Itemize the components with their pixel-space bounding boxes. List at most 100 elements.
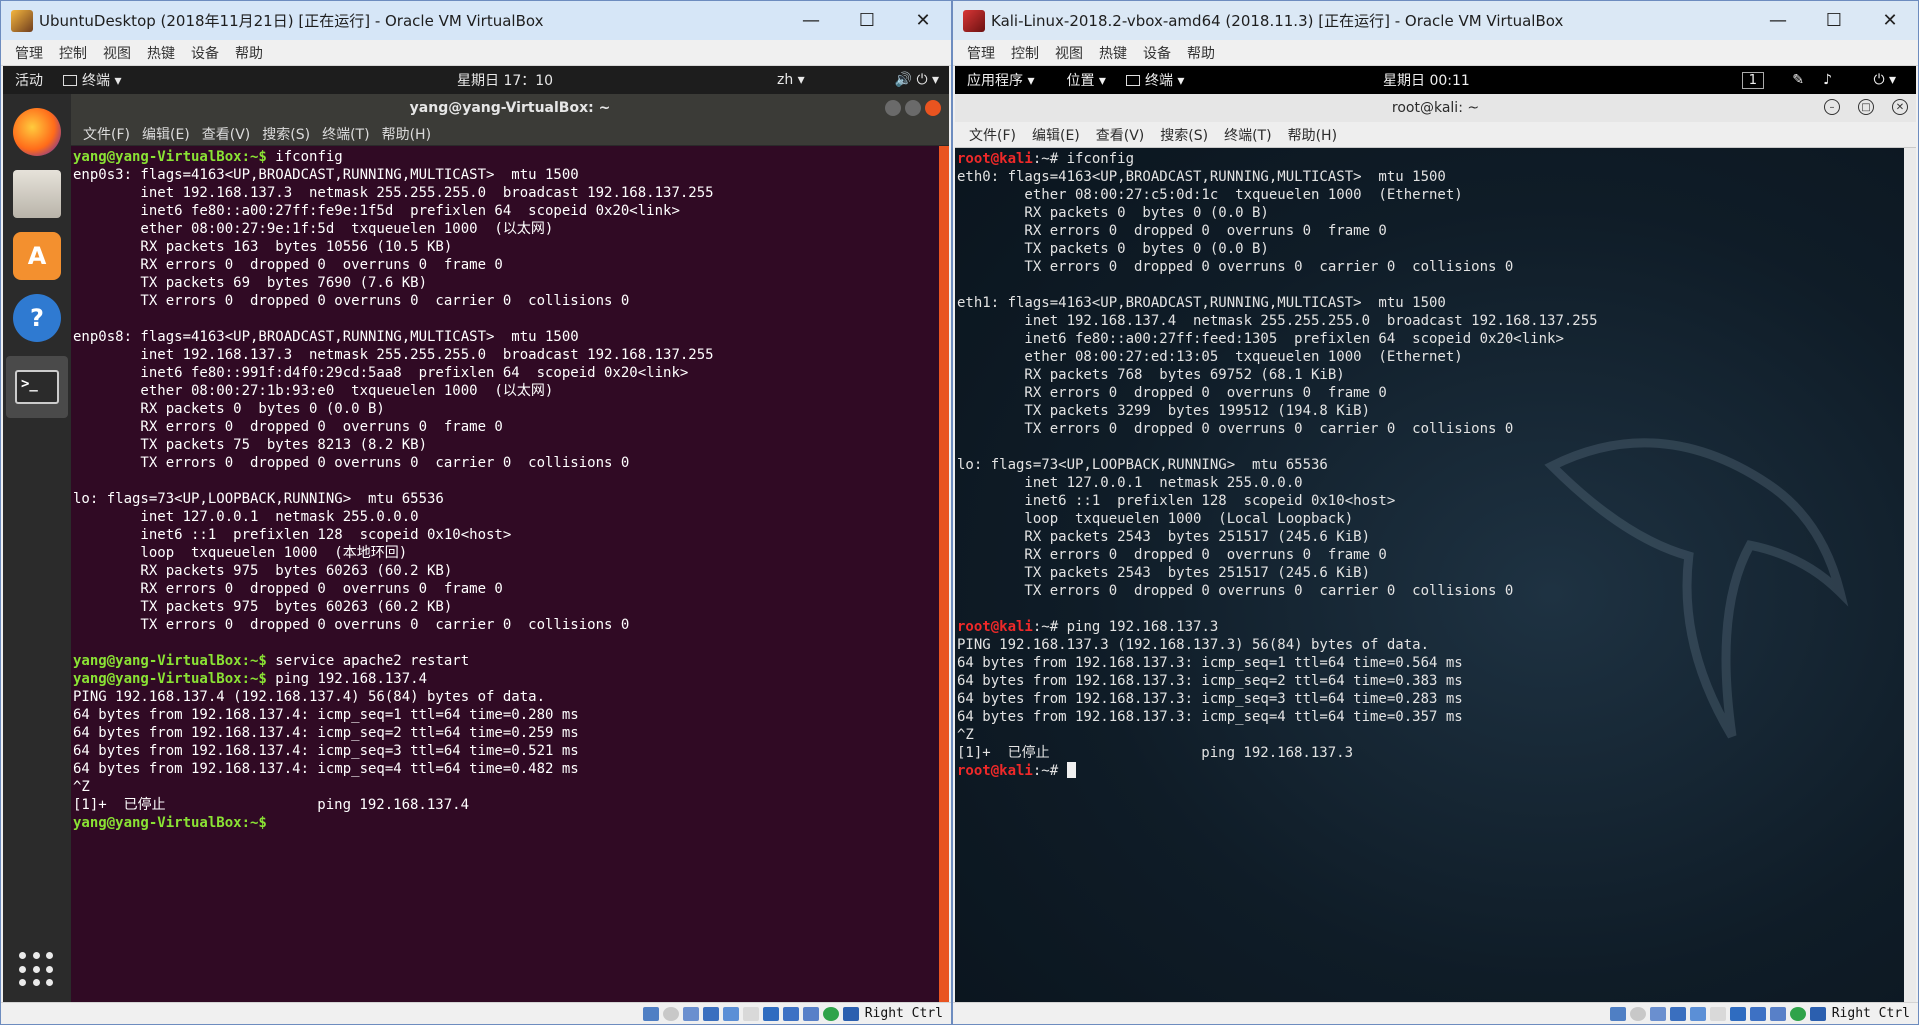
terminal-output-line: ^Z	[73, 779, 90, 795]
maximize-button[interactable]: ☐	[1806, 1, 1862, 40]
term-menu-view[interactable]: 查看(V)	[1096, 125, 1145, 145]
audio-icon[interactable]	[682, 1006, 699, 1021]
keyboard-capture-icon[interactable]	[842, 1006, 859, 1021]
software-center-icon[interactable]: A	[13, 232, 61, 280]
activities-button[interactable]: 活动	[15, 70, 43, 90]
menu-hotkey[interactable]: 热键	[147, 43, 175, 63]
term-menu-edit[interactable]: 编辑(E)	[142, 124, 190, 144]
network-icon[interactable]	[702, 1006, 719, 1021]
kali-window-titlebar[interactable]: Kali-Linux-2018.2-vbox-amd64 (2018.11.3)…	[953, 1, 1918, 40]
terminal-titlebar[interactable]: root@kali: ~ – □ ✕	[955, 94, 1916, 122]
volume-icon[interactable]: ♪	[1823, 72, 1832, 88]
usb-icon[interactable]	[1689, 1006, 1706, 1021]
menu-control[interactable]: 控制	[1011, 43, 1039, 63]
app-menu-terminal[interactable]: 终端 ▾	[63, 70, 121, 90]
term-menu-search[interactable]: 搜索(S)	[262, 124, 310, 144]
menu-view[interactable]: 视图	[1055, 43, 1083, 63]
usb-icon[interactable]	[722, 1006, 739, 1021]
display-icon[interactable]	[1729, 1006, 1746, 1021]
recording-icon[interactable]	[1749, 1006, 1766, 1021]
term-menu-file[interactable]: 文件(F)	[969, 125, 1016, 145]
input-method-indicator[interactable]: zh ▾	[777, 72, 805, 88]
ubuntu-guest-screen[interactable]: 活动 终端 ▾ 星期日 17：10 zh ▾ 🔊 ⏻ ▾ A ? >_ yang…	[3, 66, 949, 1002]
cpu-icon[interactable]	[802, 1006, 819, 1021]
menu-devices[interactable]: 设备	[191, 43, 219, 63]
applications-menu[interactable]: 应用程序 ▾	[967, 70, 1034, 90]
display-icon[interactable]	[762, 1006, 779, 1021]
maximize-button[interactable]: ☐	[839, 1, 895, 40]
terminal-output[interactable]: yang@yang-VirtualBox:~$ ifconfig enp0s3: …	[71, 146, 949, 832]
clock[interactable]: 星期日 00:11	[1383, 70, 1470, 90]
terminal-minimize-button[interactable]: –	[1824, 99, 1840, 115]
kali-vm-window[interactable]: Kali-Linux-2018.2-vbox-amd64 (2018.11.3)…	[952, 0, 1919, 1025]
ubuntu-terminal-window[interactable]: yang@yang-VirtualBox: ~ 文件(F) 编辑(E) 查看(V…	[71, 94, 949, 1002]
term-menu-edit[interactable]: 编辑(E)	[1032, 125, 1080, 145]
harddisk-icon[interactable]	[1609, 1006, 1626, 1021]
shared-folder-icon[interactable]	[1709, 1006, 1726, 1021]
close-button[interactable]: ✕	[1862, 1, 1918, 40]
terminal-output-line: RX errors 0 dropped 0 overruns 0 frame 0	[73, 419, 503, 435]
show-apps-icon[interactable]	[19, 952, 55, 988]
kali-terminal-window[interactable]: root@kali: ~ – □ ✕ 文件(F) 编辑(E) 查看(V) 搜索(…	[955, 94, 1916, 1002]
terminal-prompt-line: root@kali:~# ifconfig	[957, 150, 1914, 168]
harddisk-icon[interactable]	[642, 1006, 659, 1021]
menu-manage[interactable]: 管理	[15, 43, 43, 63]
term-menu-view[interactable]: 查看(V)	[202, 124, 251, 144]
ubuntu-vm-window[interactable]: UbuntuDesktop (2018年11月21日) [正在运行] - Ora…	[0, 0, 952, 1025]
keyboard-capture-icon[interactable]	[1809, 1006, 1826, 1021]
mouse-integration-icon[interactable]	[1789, 1006, 1806, 1021]
workspace-indicator[interactable]: 1	[1741, 71, 1764, 89]
audio-icon[interactable]	[1649, 1006, 1666, 1021]
terminal-icon[interactable]: >_	[6, 356, 68, 418]
term-menu-terminal[interactable]: 终端(T)	[1224, 125, 1271, 145]
optical-drive-icon[interactable]	[1629, 1006, 1646, 1021]
terminal-scrollbar[interactable]	[939, 146, 949, 1002]
terminal-close-button[interactable]	[925, 100, 941, 116]
terminal-menubar: 文件(F) 编辑(E) 查看(V) 搜索(S) 终端(T) 帮助(H)	[955, 122, 1916, 148]
firefox-icon[interactable]	[13, 108, 61, 156]
term-menu-terminal[interactable]: 终端(T)	[322, 124, 369, 144]
recording-icon[interactable]	[782, 1006, 799, 1021]
term-menu-help[interactable]: 帮助(H)	[1288, 125, 1337, 145]
terminal-output-line: inet 192.168.137.4 netmask 255.255.255.0…	[957, 313, 1598, 329]
term-menu-help[interactable]: 帮助(H)	[382, 124, 431, 144]
term-menu-search[interactable]: 搜索(S)	[1160, 125, 1208, 145]
terminal-close-button[interactable]: ✕	[1892, 99, 1908, 115]
close-button[interactable]: ✕	[895, 1, 951, 40]
ubuntu-window-titlebar[interactable]: UbuntuDesktop (2018年11月21日) [正在运行] - Ora…	[1, 1, 951, 40]
terminal-scrollbar[interactable]	[1904, 148, 1916, 1002]
minimize-button[interactable]: —	[783, 1, 839, 40]
network-icon[interactable]	[1669, 1006, 1686, 1021]
mouse-integration-icon[interactable]	[822, 1006, 839, 1021]
terminal-output-line: 64 bytes from 192.168.137.3: icmp_seq=3 …	[957, 691, 1463, 707]
menu-control[interactable]: 控制	[59, 43, 87, 63]
menu-view[interactable]: 视图	[103, 43, 131, 63]
kali-guest-screen[interactable]: 应用程序 ▾ 位置 ▾ 终端 ▾ 星期日 00:11 1 ✎ ♪ ⏻ ▾ roo…	[955, 66, 1916, 1002]
optical-drive-icon[interactable]	[662, 1006, 679, 1021]
menu-manage[interactable]: 管理	[967, 43, 995, 63]
app-menu-terminal[interactable]: 终端 ▾	[1125, 70, 1184, 90]
terminal-minimize-button[interactable]	[885, 100, 901, 116]
pen-icon[interactable]: ✎	[1792, 72, 1804, 88]
menu-help[interactable]: 帮助	[1187, 43, 1215, 63]
menu-devices[interactable]: 设备	[1143, 43, 1171, 63]
menu-hotkey[interactable]: 热键	[1099, 43, 1127, 63]
terminal-output[interactable]: root@kali:~# ifconfig eth0: flags=4163<UP…	[955, 148, 1916, 780]
term-menu-file[interactable]: 文件(F)	[83, 124, 130, 144]
terminal-titlebar[interactable]: yang@yang-VirtualBox: ~	[71, 94, 949, 122]
prompt-command	[1058, 763, 1066, 779]
power-icon[interactable]: ⏻ ▾	[1873, 72, 1896, 88]
menu-help[interactable]: 帮助	[235, 43, 263, 63]
clock[interactable]: 星期日 17：10	[457, 70, 553, 90]
files-icon[interactable]	[13, 170, 61, 218]
cpu-icon[interactable]	[1769, 1006, 1786, 1021]
terminal-maximize-button[interactable]: □	[1858, 99, 1874, 115]
places-menu[interactable]: 位置 ▾	[1066, 70, 1105, 90]
minimize-button[interactable]: —	[1750, 1, 1806, 40]
help-icon[interactable]: ?	[13, 294, 61, 342]
system-tray[interactable]: 🔊 ⏻ ▾	[895, 72, 939, 88]
prompt-path: :~#	[1032, 763, 1059, 779]
terminal-maximize-button[interactable]	[905, 100, 921, 116]
shared-folder-icon[interactable]	[742, 1006, 759, 1021]
